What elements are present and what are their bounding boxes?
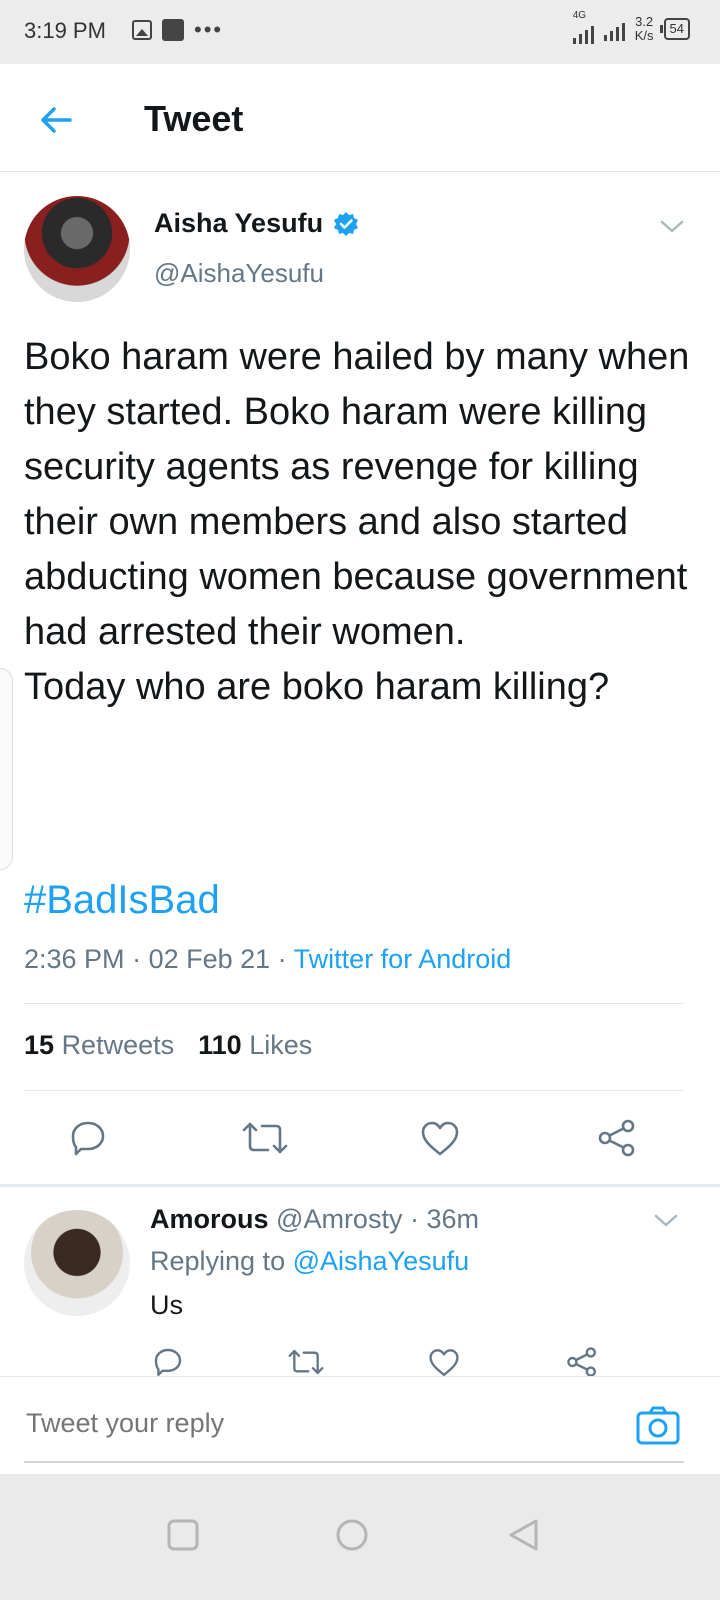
like-heart-icon[interactable] [420,1120,460,1158]
retweet-icon[interactable] [242,1120,288,1156]
top-app-bar: Tweet [0,64,720,172]
status-system-icons: 4G 3.2 K/s 54 [572,10,690,44]
network-speed-value: 3.2 [635,14,654,29]
page-title: Tweet [144,98,244,139]
tweet-stats: 15 Retweets 110 Likes [24,1030,312,1061]
network-speed: 3.2 K/s [635,15,654,43]
reply-like-icon[interactable] [428,1348,460,1378]
app-notification-icon [162,19,184,41]
reply-icon[interactable] [68,1118,108,1158]
reply-author-name[interactable]: Amorous [150,1204,269,1234]
signal-icon [603,17,625,41]
retweets-stat[interactable]: 15 Retweets [24,1030,174,1061]
tweet-text: Boko haram were hailed by many when they… [24,336,690,708]
battery-icon: 54 [659,18,690,40]
camera-icon[interactable] [636,1405,680,1445]
verified-badge-icon [334,211,359,236]
tweet-source-link[interactable]: Twitter for Android [294,944,512,974]
reply-share-icon[interactable] [566,1346,598,1378]
signal-4g-icon: 4G [572,10,594,44]
divider [24,1090,684,1091]
reply-text: Us [150,1290,183,1320]
status-notification-icons: ••• [132,19,223,41]
system-navigation-bar [0,1474,720,1600]
retweets-label: Retweets [61,1030,175,1060]
reply-input[interactable] [24,1407,588,1440]
replying-to-line: Replying to @AishaYesufu [150,1246,469,1277]
reply-time: 36m [426,1204,479,1234]
retweets-count: 15 [24,1030,55,1060]
likes-count: 110 [198,1030,242,1060]
section-separator [0,1184,720,1187]
reply-author-avatar[interactable] [24,1210,130,1316]
tweet-time: 2:36 PM [24,944,125,974]
author-name[interactable]: Aisha Yesufu [154,208,323,239]
gallery-icon [132,20,152,40]
share-icon[interactable] [597,1118,637,1158]
more-notifications-icon: ••• [194,17,224,42]
divider [24,1003,684,1004]
tweet-date: 02 Feb 21 [148,944,271,974]
reply-author-handle[interactable]: @Amrosty [276,1204,402,1234]
author-name-row[interactable]: Aisha Yesufu [154,208,359,239]
hashtag-link[interactable]: #BadIsBad [24,878,220,923]
network-speed-unit: K/s [634,28,654,43]
author-avatar[interactable] [24,196,130,302]
status-time: 3:19 PM [24,18,106,43]
likes-label: Likes [249,1030,313,1060]
back-triangle-icon[interactable] [506,1518,540,1552]
reply-reply-icon[interactable] [152,1346,184,1378]
tweet-options-chevron-icon[interactable] [658,218,686,236]
reply-retweet-icon[interactable] [288,1348,324,1376]
likes-stat[interactable]: 110 Likes [198,1030,312,1061]
reply-header: Amorous @Amrosty · 36m [150,1204,479,1234]
status-bar: 3:19 PM ••• 4G 3.2 K/s 54 [0,0,720,64]
composer-underline [24,1461,684,1463]
home-circle-icon[interactable] [335,1518,369,1552]
network-type: 4G [572,10,587,21]
replying-to-label: Replying to [150,1246,286,1276]
reply-options-chevron-icon[interactable] [652,1212,680,1230]
reply-composer [0,1376,720,1473]
recents-square-icon[interactable] [166,1518,200,1552]
tweet-meta: 2:36 PM · 02 Feb 21 · Twitter for Androi… [24,944,512,974]
back-arrow-icon[interactable] [36,100,76,140]
replying-to-handle[interactable]: @AishaYesufu [293,1246,470,1276]
edge-panel-handle[interactable] [0,668,13,870]
author-handle[interactable]: @AishaYesufu [154,258,324,289]
